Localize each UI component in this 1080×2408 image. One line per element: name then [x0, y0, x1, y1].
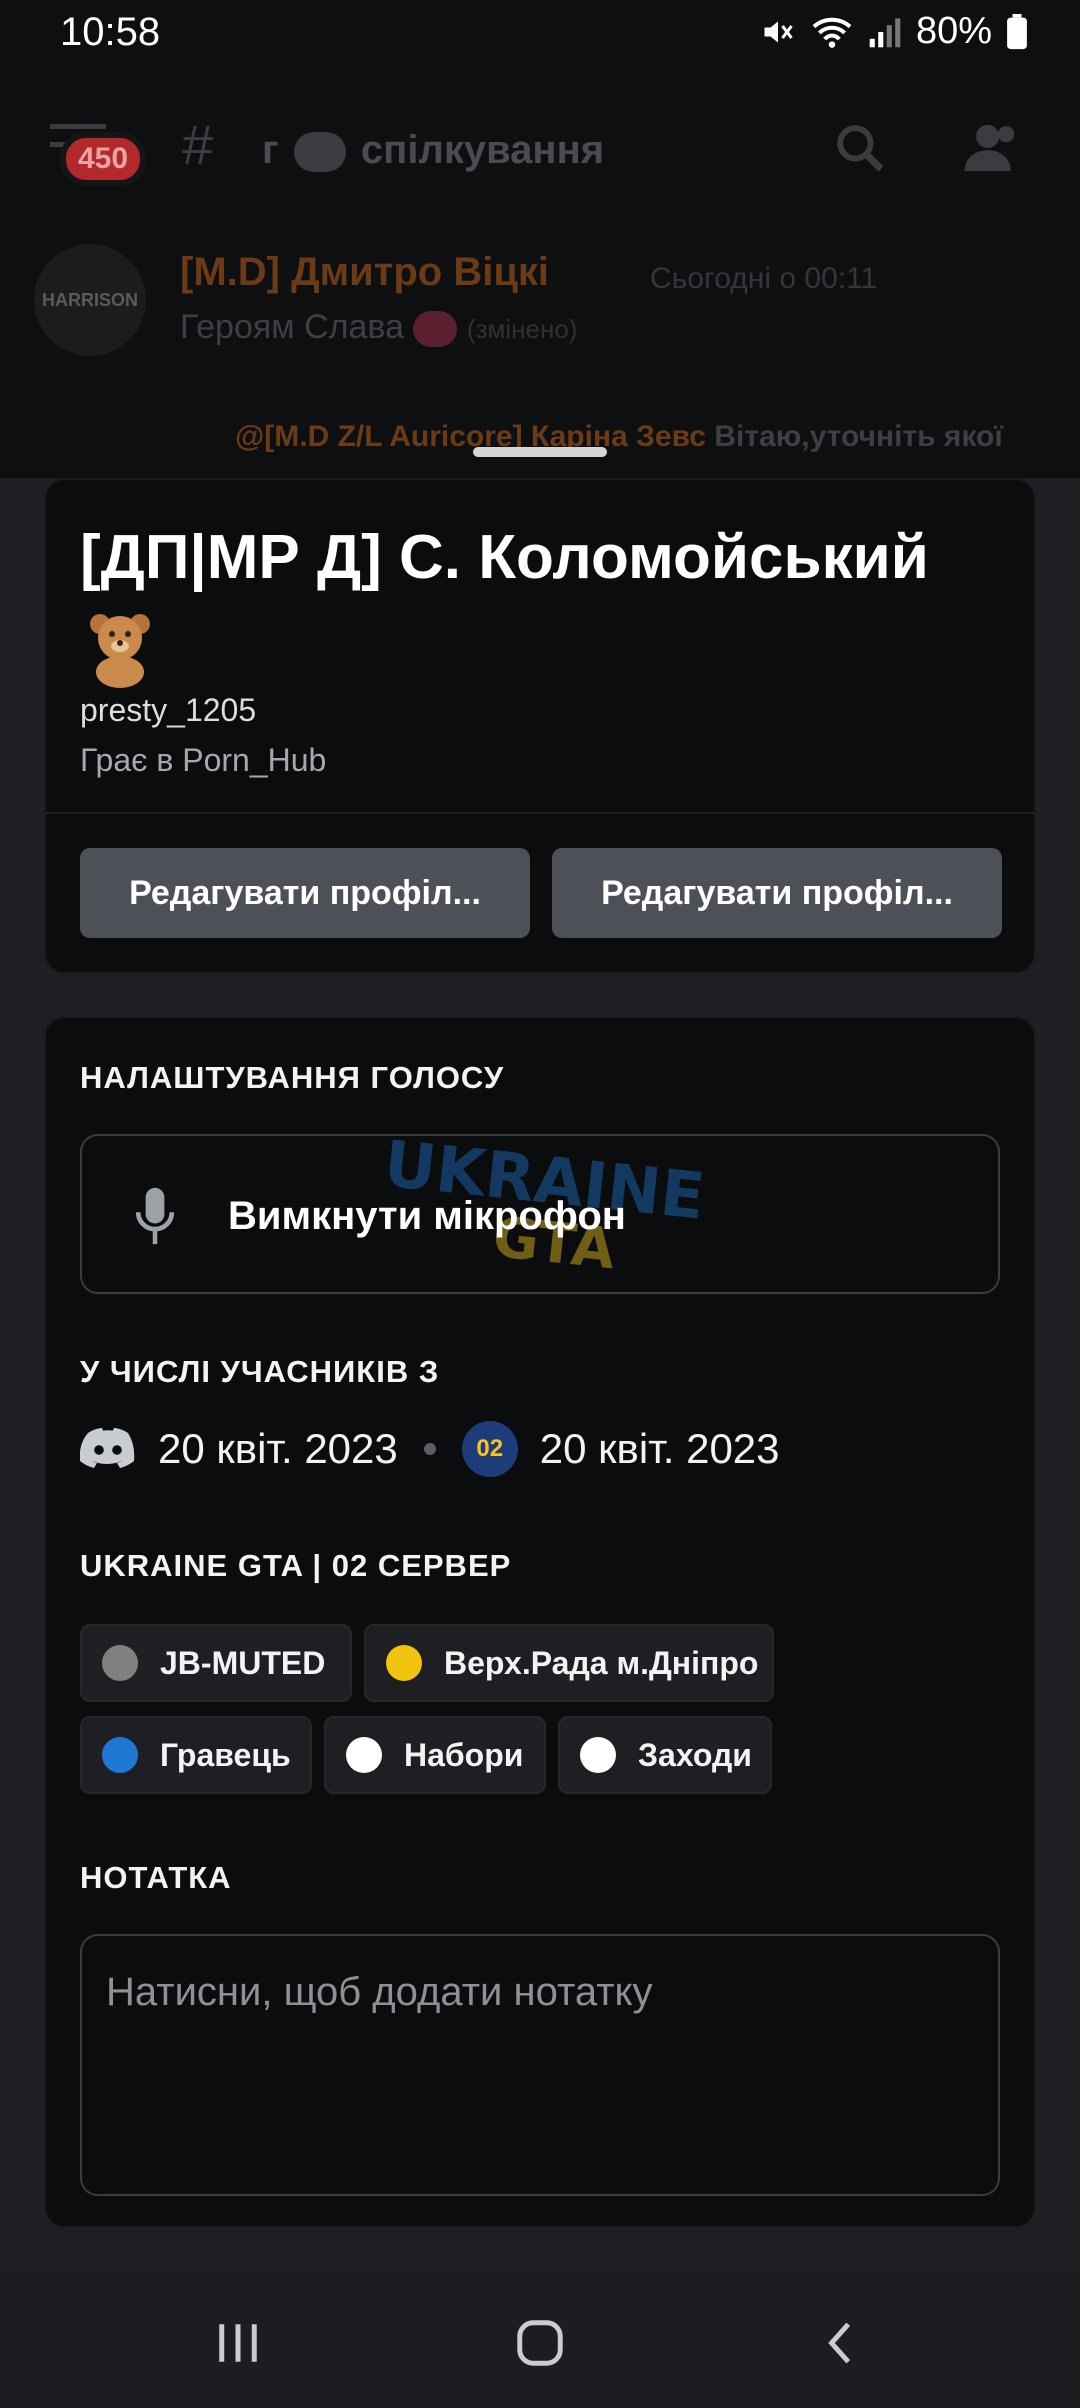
role-label: Гравець [160, 1736, 291, 1773]
battery-icon [1007, 13, 1027, 49]
role-label: Набори [404, 1736, 524, 1773]
back-icon [828, 2322, 851, 2364]
role-color-dot [386, 1645, 422, 1681]
message-text: Героям Слава (змінено) [180, 308, 578, 348]
activity-status: Грає в Porn_Hub [80, 742, 327, 778]
edit-server-profile-button[interactable]: Редагувати профіл... [552, 848, 1002, 938]
signal-icon [869, 17, 901, 47]
recent-apps-icon [219, 2324, 257, 2362]
role-chip[interactable]: Заходи [558, 1716, 772, 1794]
discord-join-date: 20 квіт. 2023 [158, 1425, 398, 1472]
message-body: Героям Слава [180, 308, 404, 346]
reply-text: Вітаю,уточніть якої [714, 420, 1003, 453]
message-timestamp: Сьогодні о 00:11 [650, 262, 878, 295]
home-button[interactable] [490, 2303, 590, 2383]
role-chip[interactable]: JB-MUTED [80, 1624, 352, 1702]
server-join-date: 20 квіт. 2023 [539, 1425, 780, 1472]
microphone-icon [135, 1187, 175, 1245]
sheet-drag-handle[interactable] [473, 447, 607, 457]
divider [46, 812, 1034, 814]
discord-icon [80, 1428, 135, 1468]
status-time: 10:58 [60, 10, 161, 54]
role-chip[interactable]: Гравець [80, 1716, 312, 1794]
status-icons: 80% [760, 10, 1028, 53]
server-icon: 02 [461, 1421, 518, 1477]
back-button[interactable] [792, 2303, 892, 2383]
chat-bubble-icon [293, 132, 346, 173]
note-input[interactable]: Натисни, щоб додати нотатку [80, 1934, 1000, 2196]
teddy-bear-icon [90, 614, 150, 688]
channel-header: 450 # г спілкування [0, 90, 1080, 210]
mute-microphone-button[interactable]: UKRAINE GTA Вимкнути мікрофон [80, 1134, 1000, 1294]
voice-settings-title: НАЛАШТУВАННЯ ГОЛОСУ [80, 1060, 505, 1095]
message-author[interactable]: [M.D] Дмитро Віцкі [180, 250, 549, 295]
role-chip[interactable]: Верх.Рада м.Дніпро [364, 1624, 774, 1702]
battery-percent: 80% [915, 10, 992, 52]
channel-name-label: спілкування [360, 128, 605, 172]
edited-label: (змінено) [466, 314, 578, 344]
username: presty_1205 [80, 692, 257, 728]
reply-preview[interactable]: @[M.D Z/L Auricore] Каріна Зевс Вітаю,ут… [235, 420, 1003, 454]
members-icon[interactable] [960, 120, 1020, 176]
info-card: НАЛАШТУВАННЯ ГОЛОСУ UKRAINE GTA Вимкнути… [44, 1016, 1036, 2228]
avatar[interactable]: HARRISON [34, 244, 146, 356]
role-color-dot [102, 1737, 138, 1773]
unread-badge: 450 [60, 132, 147, 186]
wifi-icon [812, 17, 852, 48]
axolotl-emoji-icon [413, 311, 458, 348]
edit-profile-button[interactable]: Редагувати профіл... [80, 848, 530, 938]
home-icon [517, 2320, 563, 2366]
navigation-bar [0, 2273, 1080, 2408]
note-title: НОТАТКА [80, 1860, 232, 1895]
role-color-dot [580, 1737, 616, 1773]
role-label: Верх.Рада м.Дніпро [444, 1644, 759, 1681]
channel-prefix: г [262, 128, 279, 172]
roles-title: UKRAINE GTA | 02 СЕРВЕР [80, 1548, 512, 1583]
reply-author: @[M.D Z/L Auricore] Каріна Зевс [235, 420, 706, 453]
channel-title[interactable]: г спілкування [262, 128, 604, 173]
member-since-title: У ЧИСЛІ УЧАСНИКІВ З [80, 1354, 440, 1389]
role-label: Заходи [638, 1736, 752, 1773]
role-chip[interactable]: Набори [324, 1716, 546, 1794]
status-bar: 10:58 80% [0, 0, 1080, 64]
profile-card: [ДП|МР Д] С. Коломойський presty_1205 Гр… [44, 478, 1036, 974]
separator-dot [423, 1443, 436, 1455]
display-name: [ДП|МР Д] С. Коломойський [80, 523, 929, 592]
hash-icon: # [182, 113, 214, 176]
member-since-row: 20 квіт. 2023 02 20 квіт. 2023 [80, 1414, 780, 1484]
role-label: JB-MUTED [160, 1644, 326, 1681]
mute-icon [764, 21, 793, 42]
mute-microphone-label: Вимкнути мікрофон [228, 1194, 626, 1238]
role-color-dot [346, 1737, 382, 1773]
search-icon[interactable] [832, 120, 888, 176]
recent-apps-button[interactable] [188, 2303, 288, 2383]
note-placeholder: Натисни, щоб додати нотатку [106, 1970, 653, 2014]
role-color-dot [102, 1645, 138, 1681]
